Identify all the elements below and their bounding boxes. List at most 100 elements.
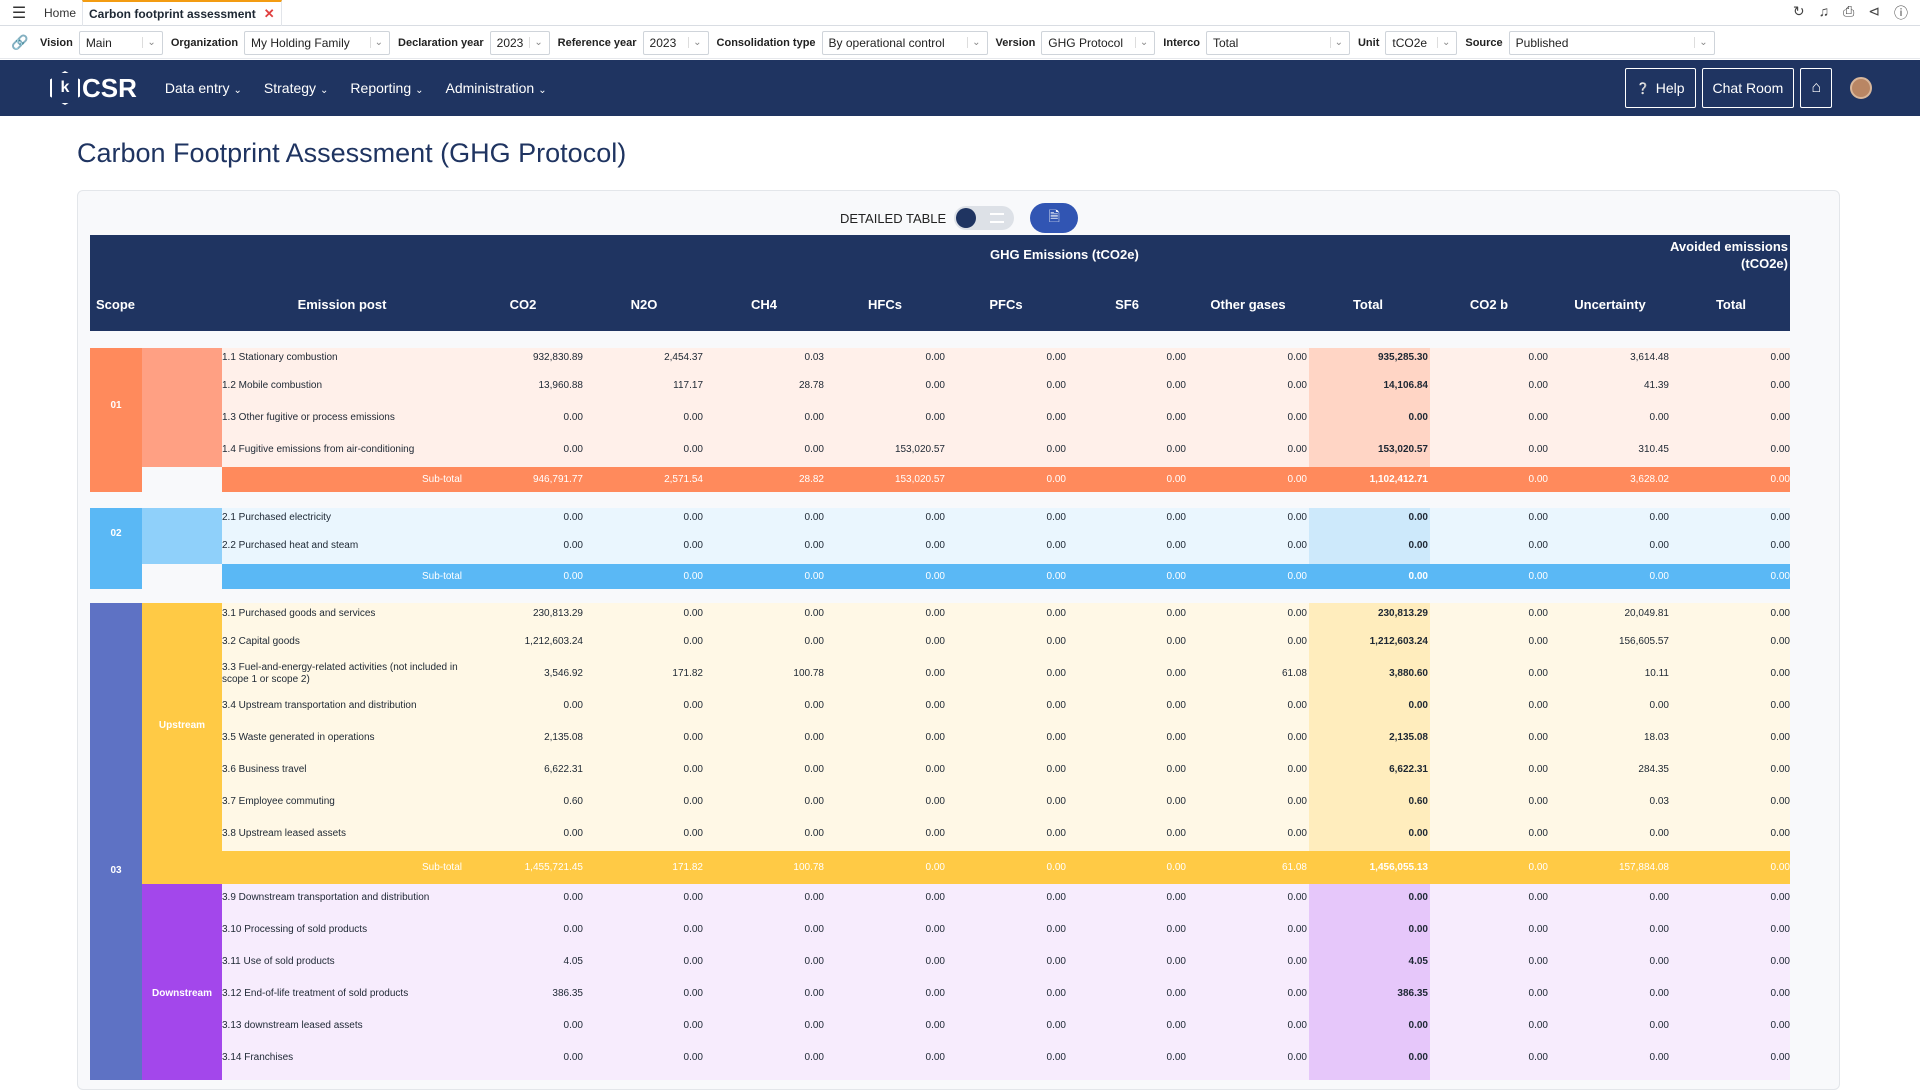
hamburger-menu-icon[interactable]: ☰ <box>0 3 38 23</box>
value-cell: 0.00 <box>1528 988 1548 999</box>
nav-strategy[interactable]: Strategy ⌄ <box>264 80 329 96</box>
value-cell: 3,880.60 <box>1389 668 1428 679</box>
emission-post: 3.2 Capital goods <box>222 636 300 647</box>
help-button[interactable]: ❔ Help <box>1625 68 1696 108</box>
nav-administration[interactable]: Administration ⌄ <box>446 80 547 96</box>
value-cell: 0.00 <box>563 1052 583 1063</box>
value-cell: 0.00 <box>1528 608 1548 619</box>
bell-icon[interactable]: ♫ <box>1819 3 1830 23</box>
filter-source: Source Published ⌄ <box>1465 30 1715 55</box>
value-cell: 0.00 <box>1528 444 1548 455</box>
export-excel-button[interactable]: 🗎 <box>1030 203 1079 233</box>
share-icon[interactable]: ⊲ <box>1868 3 1880 23</box>
value-cell: 0.03 <box>804 352 824 363</box>
emission-post: 3.11 Use of sold products <box>222 956 335 967</box>
filter-select[interactable]: GHG Protocol ⌄ <box>1041 30 1156 55</box>
filter-label: Interco <box>1163 36 1200 49</box>
column-header: Total <box>1715 297 1747 312</box>
filter-select[interactable]: Main ⌄ <box>78 30 163 55</box>
column-header: Emission post <box>297 297 387 312</box>
value-cell: 0.00 <box>683 636 703 647</box>
chat-room-button[interactable]: Chat Room <box>1701 68 1795 108</box>
value-cell: 0.00 <box>1046 380 1066 391</box>
value-cell: 0.00 <box>1528 828 1548 839</box>
logo-hex-icon: k <box>50 71 80 105</box>
filter-reference-year: Reference year 2023 ⌄ <box>558 30 709 55</box>
value-cell: 0.00 <box>683 1052 703 1063</box>
tab-home[interactable]: Home <box>38 0 82 26</box>
value-cell: 3,546.92 <box>544 668 583 679</box>
value-cell: 0.00 <box>1649 1052 1669 1063</box>
chevron-down-icon: ⌄ <box>1436 37 1450 48</box>
emission-post: 3.5 Waste generated in operations <box>222 732 375 743</box>
value-cell: 0.00 <box>1287 444 1307 455</box>
filter-version: Version GHG Protocol ⌄ <box>996 30 1156 55</box>
value-cell: 0.00 <box>925 732 945 743</box>
value-cell: 0.00 <box>804 540 824 551</box>
value-cell: 0.00 <box>1287 700 1307 711</box>
home-icon: ⌂ <box>1811 79 1821 96</box>
value-cell: 0.00 <box>1166 892 1186 903</box>
brand-logo[interactable]: k CSR <box>50 71 137 105</box>
link-icon[interactable]: 🔗 <box>0 34 40 51</box>
value-cell: 0.00 <box>563 444 583 455</box>
value-cell: 0.00 <box>1166 636 1186 647</box>
value-cell: 0.00 <box>683 412 703 423</box>
nav-reporting[interactable]: Reporting ⌄ <box>350 80 423 96</box>
value-cell: 935,285.30 <box>1377 352 1428 363</box>
nav-data-entry[interactable]: Data entry ⌄ <box>165 80 242 96</box>
refresh-icon[interactable]: ↻ <box>1793 3 1805 23</box>
value-cell: 0.00 <box>1770 892 1790 903</box>
value-cell: 18.03 <box>1643 732 1669 743</box>
value-cell: 310.45 <box>1638 444 1669 455</box>
value-cell: 3,614.48 <box>1630 352 1669 363</box>
subtotal-cell: 0.00 <box>563 570 583 582</box>
value-cell: 0.00 <box>1166 796 1186 807</box>
subtotal-cell: 2,571.54 <box>664 473 703 485</box>
value-cell: 0.00 <box>1770 608 1790 619</box>
value-cell: 153,020.57 <box>1377 444 1428 455</box>
column-header: N2O <box>630 297 658 312</box>
filter-select[interactable]: Total ⌄ <box>1205 30 1350 55</box>
help-icon: ❔ <box>1636 82 1650 95</box>
column-header: CH4 <box>750 297 777 312</box>
value-cell: 0.00 <box>1046 1020 1066 1031</box>
filter-value: 2023 <box>496 35 524 50</box>
filter-select[interactable]: By operational control ⌄ <box>821 30 988 55</box>
filter-label: Unit <box>1357 36 1380 49</box>
filter-label: Declaration year <box>398 36 484 49</box>
emission-post: 3.3 Fuel-and-energy-related activities (… <box>222 662 458 685</box>
emission-post: 1.1 Stationary combustion <box>222 352 338 363</box>
avatar[interactable] <box>1850 77 1872 99</box>
filter-interco: Interco Total ⌄ <box>1163 30 1350 55</box>
value-cell: 0.00 <box>1046 924 1066 935</box>
value-cell: 0.00 <box>1166 924 1186 935</box>
value-cell: 0.00 <box>1408 1020 1428 1031</box>
close-tab-icon[interactable]: ✕ <box>264 6 275 22</box>
value-cell: 0.00 <box>1528 956 1548 967</box>
filter-select[interactable]: tCO2e ⌄ <box>1385 30 1458 55</box>
emission-post: 1.4 Fugitive emissions from air-conditio… <box>222 444 415 455</box>
value-cell: 0.00 <box>1770 732 1790 743</box>
value-cell: 0.00 <box>1770 512 1790 523</box>
tab-carbon-footprint[interactable]: Carbon footprint assessment ✕ <box>82 0 282 26</box>
home-button[interactable]: ⌂ <box>1800 68 1832 108</box>
value-cell: 0.00 <box>1287 1052 1307 1063</box>
filter-select[interactable]: 2023 ⌄ <box>642 30 709 55</box>
detailed-table-toggle[interactable] <box>954 206 1015 230</box>
emission-post: 3.7 Employee commuting <box>222 796 335 807</box>
filter-select[interactable]: Published ⌄ <box>1508 30 1715 55</box>
value-cell: 0.00 <box>1770 796 1790 807</box>
print-icon[interactable]: ⎙ <box>1843 3 1854 23</box>
value-cell: 0.00 <box>563 924 583 935</box>
value-cell: 100.78 <box>793 668 824 679</box>
value-cell: 0.00 <box>683 444 703 455</box>
filter-select[interactable]: 2023 ⌄ <box>489 30 550 55</box>
nav-reporting-label: Reporting <box>350 80 412 96</box>
value-cell: 0.00 <box>1528 540 1548 551</box>
value-cell: 0.00 <box>1287 924 1307 935</box>
value-cell: 0.00 <box>1649 892 1669 903</box>
value-cell: 0.00 <box>1046 512 1066 523</box>
info-icon[interactable]: ⓘ <box>1894 3 1908 23</box>
filter-select[interactable]: My Holding Family ⌄ <box>244 30 391 55</box>
